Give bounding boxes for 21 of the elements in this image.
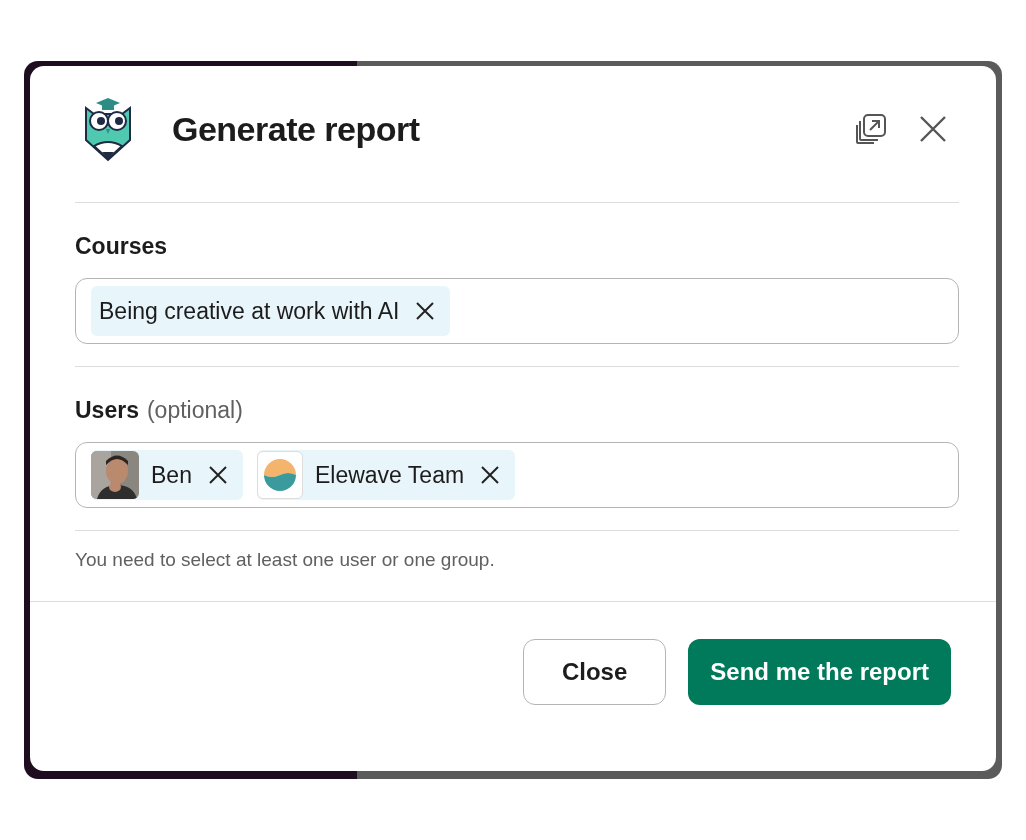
close-icon[interactable] [918, 114, 948, 144]
selected-chip[interactable]: Elewave Team [256, 450, 516, 500]
multi-select-field[interactable]: Being creative at work with AI [75, 278, 959, 344]
remove-icon[interactable] [207, 465, 228, 485]
field-label: Users [75, 397, 139, 424]
chip-label: Elewave Team [314, 461, 465, 489]
validation-message: You need to select at least one user or one group. [75, 549, 496, 571]
chip-label: Ben [151, 461, 192, 489]
field-label: Courses [75, 233, 168, 260]
selected-chip[interactable]: Ben [91, 450, 243, 500]
chip-label: Being creative at work with AI [99, 297, 400, 325]
multi-select-field[interactable]: Ben Elewave Team [75, 442, 959, 508]
selected-chip[interactable]: Being creative at work with AI [91, 286, 451, 336]
close-button[interactable]: Close [522, 639, 667, 705]
team-logo-icon [256, 451, 303, 499]
optional-hint: (optional) [146, 397, 243, 424]
send-report-button[interactable]: Send me the report [688, 639, 951, 705]
dialog-title: Generate report [172, 109, 421, 149]
popout-icon[interactable] [854, 112, 888, 146]
remove-icon[interactable] [480, 465, 501, 485]
remove-icon[interactable] [415, 301, 436, 321]
